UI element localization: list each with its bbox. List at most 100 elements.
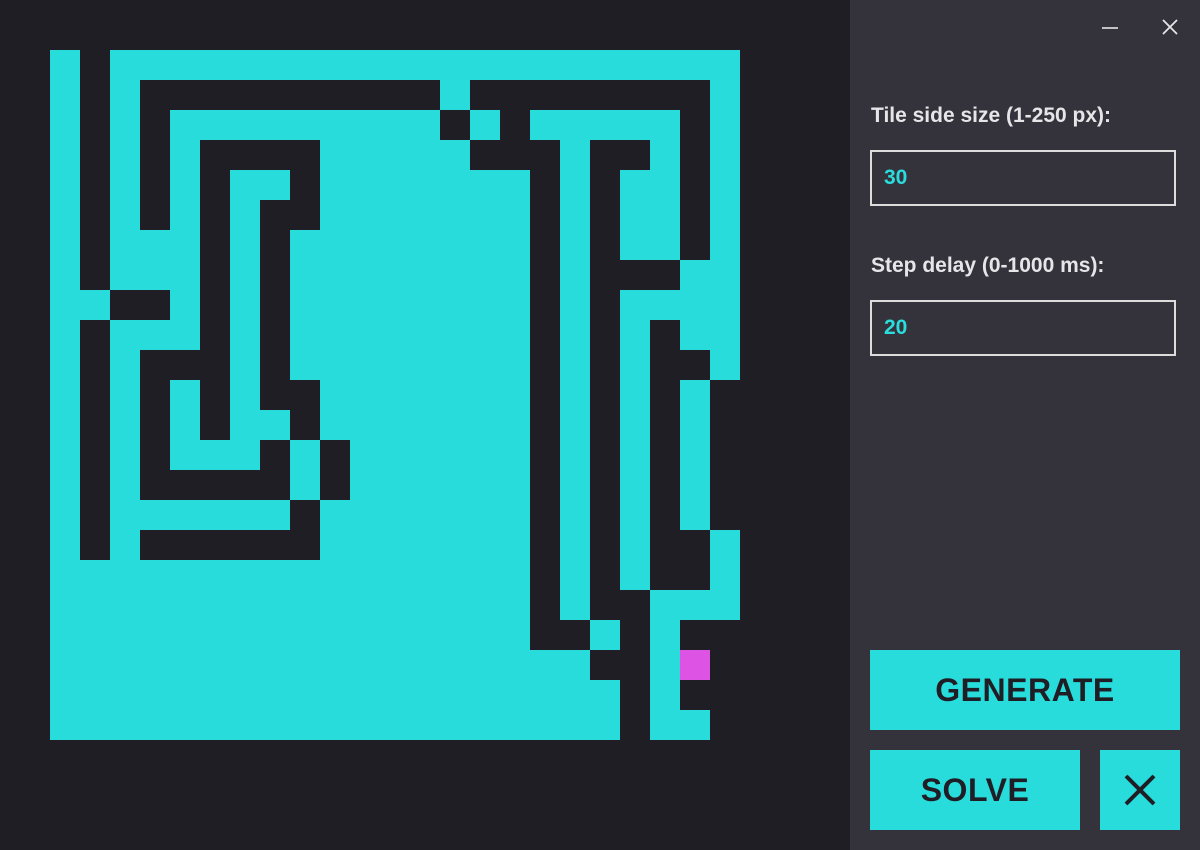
maze-wall-cell xyxy=(230,80,260,110)
maze-wall-cell xyxy=(740,110,770,140)
maze-wall-cell xyxy=(710,680,740,710)
maze-path-cell xyxy=(170,230,200,260)
maze-path-cell xyxy=(410,170,440,200)
maze-path-cell xyxy=(560,50,590,80)
maze-path-cell xyxy=(380,380,410,410)
maze-path-cell xyxy=(320,50,350,80)
maze-path-cell xyxy=(320,560,350,590)
maze-path-cell xyxy=(260,680,290,710)
maze-wall-cell xyxy=(140,440,170,470)
maze-path-cell xyxy=(440,230,470,260)
maze-path-cell xyxy=(50,380,80,410)
maze-wall-cell xyxy=(740,290,770,320)
maze-path-cell xyxy=(380,290,410,320)
maze-path-cell xyxy=(320,200,350,230)
maze-wall-cell xyxy=(20,440,50,470)
maze-wall-cell xyxy=(260,320,290,350)
maze-canvas[interactable] xyxy=(0,0,850,850)
maze-wall-cell xyxy=(590,80,620,110)
maze-path-cell xyxy=(440,80,470,110)
generate-button[interactable]: GENERATE xyxy=(870,650,1180,730)
maze-path-cell xyxy=(350,560,380,590)
maze-wall-cell xyxy=(290,140,320,170)
maze-wall-cell xyxy=(320,80,350,110)
clear-button[interactable] xyxy=(1100,750,1180,830)
maze-wall-cell xyxy=(470,20,500,50)
maze-path-cell xyxy=(470,680,500,710)
maze-path-cell xyxy=(320,260,350,290)
maze-wall-cell xyxy=(200,410,230,440)
maze-path-cell xyxy=(680,470,710,500)
maze-wall-cell xyxy=(140,140,170,170)
maze-path-cell xyxy=(710,50,740,80)
maze-wall-cell xyxy=(590,740,620,770)
close-button[interactable] xyxy=(1155,12,1185,42)
x-icon xyxy=(1124,774,1156,806)
maze-path-cell xyxy=(200,50,230,80)
maze-path-cell xyxy=(710,290,740,320)
maze-wall-cell xyxy=(20,470,50,500)
maze-path-cell xyxy=(680,440,710,470)
maze-path-cell xyxy=(530,680,560,710)
maze-path-cell xyxy=(680,260,710,290)
maze-cursor-cell xyxy=(680,650,710,680)
maze-wall-cell xyxy=(80,20,110,50)
maze-wall-cell xyxy=(590,140,620,170)
maze-wall-cell xyxy=(560,620,590,650)
maze-wall-cell xyxy=(80,170,110,200)
maze-path-cell xyxy=(410,140,440,170)
maze-wall-cell xyxy=(200,470,230,500)
maze-wall-cell xyxy=(680,620,710,650)
maze-path-cell xyxy=(110,500,140,530)
maze-wall-cell xyxy=(170,530,200,560)
maze-path-cell xyxy=(560,350,590,380)
maze-wall-cell xyxy=(140,170,170,200)
maze-wall-cell xyxy=(680,530,710,560)
maze-wall-cell xyxy=(20,20,50,50)
maze-wall-cell xyxy=(200,170,230,200)
maze-wall-cell xyxy=(140,80,170,110)
maze-wall-cell xyxy=(350,20,380,50)
maze-wall-cell xyxy=(650,410,680,440)
maze-path-cell xyxy=(680,500,710,530)
maze-wall-cell xyxy=(20,710,50,740)
maze-wall-cell xyxy=(170,80,200,110)
maze-path-cell xyxy=(380,50,410,80)
maze-path-cell xyxy=(620,560,650,590)
maze-path-cell xyxy=(50,260,80,290)
maze-path-cell xyxy=(320,650,350,680)
maze-path-cell xyxy=(500,380,530,410)
maze-wall-cell xyxy=(20,620,50,650)
maze-path-cell xyxy=(230,710,260,740)
maze-wall-cell xyxy=(680,170,710,200)
maze-path-cell xyxy=(380,110,410,140)
maze-path-cell xyxy=(560,710,590,740)
maze-wall-cell xyxy=(20,650,50,680)
maze-path-cell xyxy=(320,230,350,260)
minimize-button[interactable] xyxy=(1095,12,1125,42)
maze-path-cell xyxy=(290,560,320,590)
solve-button[interactable]: SOLVE xyxy=(870,750,1080,830)
maze-path-cell xyxy=(230,290,260,320)
maze-path-cell xyxy=(410,380,440,410)
maze-path-cell xyxy=(410,200,440,230)
maze-path-cell xyxy=(260,410,290,440)
maze-path-cell xyxy=(290,230,320,260)
maze-wall-cell xyxy=(530,530,560,560)
maze-wall-cell xyxy=(140,530,170,560)
maze-path-cell xyxy=(710,200,740,230)
maze-path-cell xyxy=(350,170,380,200)
tile-size-input[interactable] xyxy=(872,152,1174,204)
maze-path-cell xyxy=(590,110,620,140)
maze-path-cell xyxy=(80,680,110,710)
maze-wall-cell xyxy=(290,500,320,530)
maze-wall-cell xyxy=(620,650,650,680)
maze-wall-cell xyxy=(590,290,620,320)
step-delay-input[interactable] xyxy=(872,302,1174,354)
maze-path-cell xyxy=(620,500,650,530)
maze-path-cell xyxy=(50,230,80,260)
maze-path-cell xyxy=(230,500,260,530)
maze-wall-cell xyxy=(320,440,350,470)
maze-path-cell xyxy=(140,650,170,680)
maze-path-cell xyxy=(230,110,260,140)
